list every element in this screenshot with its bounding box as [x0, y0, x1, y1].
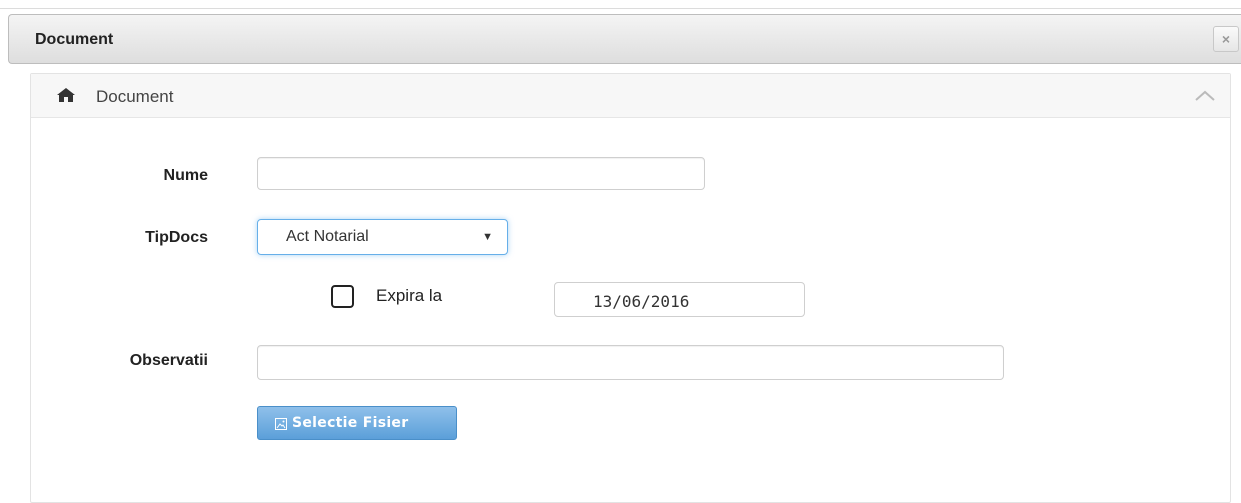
expira-label: Expira la: [376, 286, 443, 305]
nume-label: Nume: [163, 167, 208, 184]
selectie-fisier-button[interactable]: Selectie Fisier: [257, 406, 457, 440]
tipdocs-selected-value: Act Notarial: [286, 228, 369, 245]
close-button[interactable]: ×: [1213, 26, 1239, 52]
dialog-title: Document: [35, 31, 114, 48]
picture-icon: [275, 418, 287, 430]
selectie-fisier-label: Selectie Fisier: [292, 415, 409, 431]
observatii-label: Observatii: [129, 352, 208, 369]
nume-input[interactable]: [257, 157, 705, 190]
chevron-up-icon[interactable]: [1194, 90, 1216, 102]
panel-header[interactable]: Document: [31, 74, 1230, 118]
close-icon: ×: [1221, 31, 1231, 47]
expira-checkbox[interactable]: [331, 285, 354, 308]
dropdown-caret-icon: ▼: [482, 231, 493, 243]
home-icon: [57, 88, 75, 102]
tipdocs-select[interactable]: Act Notarial ▼: [257, 219, 508, 255]
expira-date-input[interactable]: 13/06/2016: [554, 282, 805, 317]
observatii-input[interactable]: [257, 345, 1004, 380]
tipdocs-label: TipDocs: [145, 229, 208, 246]
expira-date-value: 13/06/2016: [593, 292, 690, 311]
top-divider: [0, 8, 1241, 9]
dialog-titlebar: Document ×: [8, 14, 1241, 64]
panel-title: Document: [96, 87, 174, 106]
